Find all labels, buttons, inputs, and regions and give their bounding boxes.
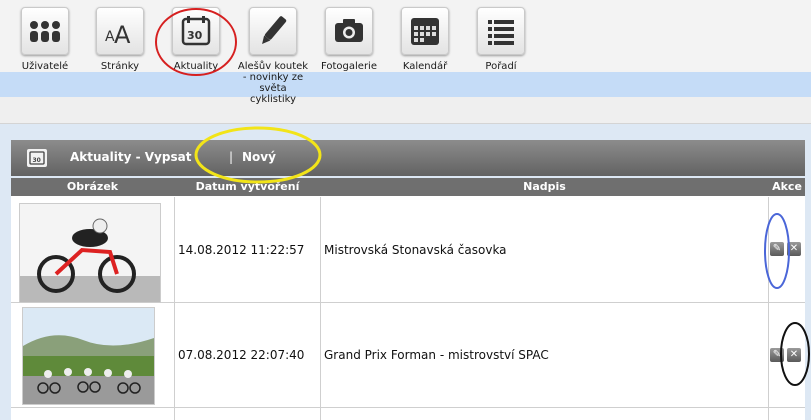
nav-label-photo-gallery: Fotogalerie: [320, 61, 377, 72]
news-thumbnail[interactable]: [19, 203, 161, 303]
camera-icon: [325, 7, 373, 55]
panel-title: Aktuality - Vypsat: [70, 150, 192, 164]
actions-cell: ✎ ✕: [769, 303, 805, 407]
nav-label-ales-corner: Alešův koutek - novinky ze světa cyklist…: [237, 61, 309, 105]
image-cell: [11, 197, 175, 303]
svg-text:30: 30: [187, 29, 203, 42]
title-value: Grand Prix Forman - mistrovství SPAC: [324, 348, 549, 362]
panel-header: 30 Aktuality - Vypsat | Nový: [11, 140, 805, 176]
top-navigation: Uživatelé AA Stránky 30 Aktuality Alešův…: [0, 0, 811, 105]
pen-icon: [249, 7, 297, 55]
title-cell: [321, 408, 769, 420]
svg-text:A: A: [114, 21, 131, 49]
title-cell: Grand Prix Forman - mistrovství SPAC: [321, 303, 769, 407]
table-header: Obrázek Datum vytvoření Nadpis Akce: [11, 178, 805, 196]
column-header-title: Nadpis: [523, 180, 566, 193]
delete-icon[interactable]: ✕: [787, 348, 801, 362]
nav-item-users[interactable]: Uživatelé: [10, 0, 80, 72]
column-header-actions: Akce: [772, 180, 802, 193]
nav-item-pages[interactable]: AA Stránky: [85, 0, 155, 72]
nav-item-ranking[interactable]: Pořadí: [466, 0, 536, 72]
table-row: [11, 408, 805, 420]
nav-label-calendar: Kalendář: [402, 61, 448, 72]
column-header-date: Datum vytvoření: [195, 180, 300, 193]
date-value: 14.08.2012 11:22:57: [178, 242, 305, 257]
nav-label-users: Uživatelé: [21, 61, 69, 72]
calendar-grid-icon: [401, 7, 449, 55]
title-cell: Mistrovská Stonavská časovka: [321, 197, 769, 302]
new-item-link[interactable]: Nový: [242, 150, 276, 164]
font-size-icon: AA: [96, 7, 144, 55]
edit-icon[interactable]: ✎: [770, 348, 784, 362]
news-thumbnail[interactable]: [22, 307, 155, 405]
submenu-bar: [0, 72, 811, 97]
date-cell: 14.08.2012 11:22:57: [175, 197, 321, 302]
calendar-30-icon: 30: [172, 7, 220, 55]
toolbar-bar: [0, 97, 811, 124]
actions-cell: ✎ ✕: [769, 197, 805, 302]
nav-item-photo-gallery[interactable]: Fotogalerie: [314, 0, 384, 72]
table-row: 07.08.2012 22:07:40 Grand Prix Forman - …: [11, 303, 805, 408]
image-cell: [11, 408, 175, 420]
nav-item-calendar[interactable]: Kalendář: [390, 0, 460, 72]
column-header-image: Obrázek: [66, 180, 119, 193]
header-separator: |: [229, 150, 234, 164]
list-icon: [477, 7, 525, 55]
users-icon: [21, 7, 69, 55]
calendar-small-icon: 30: [27, 149, 47, 167]
date-cell: [175, 408, 321, 420]
nav-label-ranking: Pořadí: [485, 61, 517, 72]
title-value: Mistrovská Stonavská časovka: [324, 242, 507, 257]
nav-item-news[interactable]: 30 Aktuality: [161, 0, 231, 72]
delete-icon[interactable]: ✕: [787, 242, 801, 256]
news-table: Obrázek Datum vytvoření Nadpis Akce 14.0…: [11, 178, 805, 420]
nav-label-news: Aktuality: [173, 61, 219, 72]
date-cell: 07.08.2012 22:07:40: [175, 303, 321, 407]
date-value: 07.08.2012 22:07:40: [178, 348, 305, 362]
table-row: 14.08.2012 11:22:57 Mistrovská Stonavská…: [11, 197, 805, 303]
nav-label-pages: Stránky: [100, 61, 140, 72]
nav-item-ales-corner[interactable]: Alešův koutek - novinky ze světa cyklist…: [238, 0, 308, 105]
edit-icon[interactable]: ✎: [770, 242, 784, 256]
image-cell: [11, 303, 175, 407]
svg-text:30: 30: [33, 157, 41, 164]
